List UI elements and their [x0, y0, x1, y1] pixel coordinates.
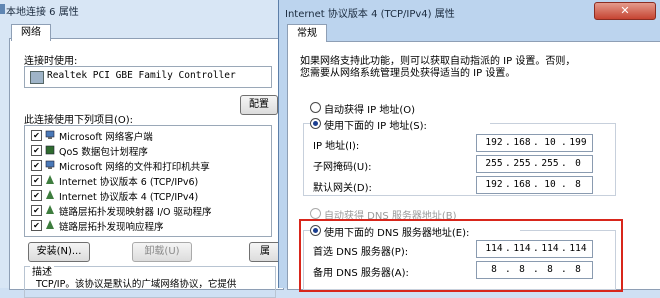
checkbox[interactable]: ✔	[31, 145, 42, 156]
radio-button[interactable]	[310, 102, 321, 113]
alternate-dns-label: 备用 DNS 服务器(A):	[313, 268, 409, 279]
network-client-icon	[45, 130, 55, 139]
item-label: Microsoft 网络的文件和打印机共享	[59, 162, 210, 173]
radio-button[interactable]	[310, 208, 321, 219]
protocol-icon	[46, 190, 54, 199]
checkbox[interactable]: ✔	[31, 130, 42, 141]
radio-button[interactable]	[310, 225, 321, 236]
default-gateway-label: 默认网关(D):	[313, 183, 372, 194]
items-label: 此连接使用下列项目(O):	[24, 115, 134, 126]
item-label: 链路层拓扑发现响应程序	[59, 222, 164, 233]
qos-icon	[45, 145, 55, 155]
subnet-mask-field[interactable]: 255. 255. 255. 0	[476, 155, 593, 173]
left-window-title: 本地连接 6 属性	[6, 7, 79, 18]
preferred-dns-field[interactable]: 114. 114. 114. 114	[476, 240, 593, 258]
tab-network[interactable]: 网络	[11, 24, 51, 41]
adapter-field: Realtek PCI GBE Family Controller	[24, 66, 272, 88]
adapter-name: Realtek PCI GBE Family Controller	[47, 70, 236, 81]
connect-using-label: 连接时使用:	[24, 56, 78, 67]
manual-ip-label: 使用下面的 IP 地址(S):	[324, 121, 427, 132]
checkbox[interactable]: ✔	[31, 175, 42, 186]
item-label: 链路层拓扑发现映射器 I/O 驱动程序	[59, 207, 212, 218]
tab-general[interactable]: 常规	[287, 24, 327, 42]
checkbox[interactable]: ✔	[31, 205, 42, 216]
manual-ip-radio[interactable]: 使用下面的 IP 地址(S):	[310, 117, 490, 132]
item-label: Internet 协议版本 4 (TCP/IPv4)	[59, 192, 199, 203]
intro-line-2: 您需要从网络系统管理员处获得适当的 IP 设置。	[300, 68, 516, 79]
manual-dns-radio[interactable]: 使用下面的 DNS 服务器地址(E):	[310, 224, 520, 239]
protocol-icon	[46, 220, 54, 229]
items-list: ✔ Microsoft 网络客户端 ✔ QoS 数据包计划程序 ✔ Micros…	[24, 125, 272, 237]
checkbox[interactable]: ✔	[31, 220, 42, 231]
item-label: Microsoft 网络客户端	[59, 132, 153, 143]
file-share-icon	[45, 160, 55, 169]
properties-button[interactable]: 属	[249, 242, 281, 262]
auto-ip-label: 自动获得 IP 地址(O)	[324, 105, 416, 116]
close-button[interactable]: ✕	[594, 2, 656, 20]
protocol-icon	[46, 205, 54, 214]
ip-address-field[interactable]: 192. 168. 10. 199	[476, 134, 593, 152]
window-icon	[0, 4, 5, 14]
right-window-title: Internet 协议版本 4 (TCP/IPv4) 属性	[285, 9, 455, 20]
alternate-dns-field[interactable]: 8. 8. 8. 8	[476, 261, 593, 279]
default-gateway-field[interactable]: 192. 168. 10. 8	[476, 176, 593, 194]
ip-address-label: IP 地址(I):	[313, 141, 360, 152]
protocol-icon	[46, 175, 54, 184]
configure-button[interactable]: 配置	[240, 95, 278, 115]
manual-dns-label: 使用下面的 DNS 服务器地址(E):	[324, 228, 470, 239]
preferred-dns-label: 首选 DNS 服务器(P):	[313, 247, 409, 258]
install-button[interactable]: 安装(N)...	[28, 242, 90, 262]
checkbox[interactable]: ✔	[31, 160, 42, 171]
uninstall-button[interactable]: 卸载(U)	[132, 242, 192, 262]
radio-button[interactable]	[310, 118, 321, 129]
item-label: Internet 协议版本 6 (TCP/IPv6)	[59, 177, 199, 188]
subnet-mask-label: 子网掩码(U):	[313, 162, 372, 173]
item-label: QoS 数据包计划程序	[59, 147, 148, 158]
checkbox[interactable]: ✔	[31, 190, 42, 201]
network-adapter-icon	[30, 71, 44, 84]
dns-settings-group	[303, 230, 616, 290]
auto-ip-radio[interactable]: 自动获得 IP 地址(O)	[310, 101, 510, 116]
